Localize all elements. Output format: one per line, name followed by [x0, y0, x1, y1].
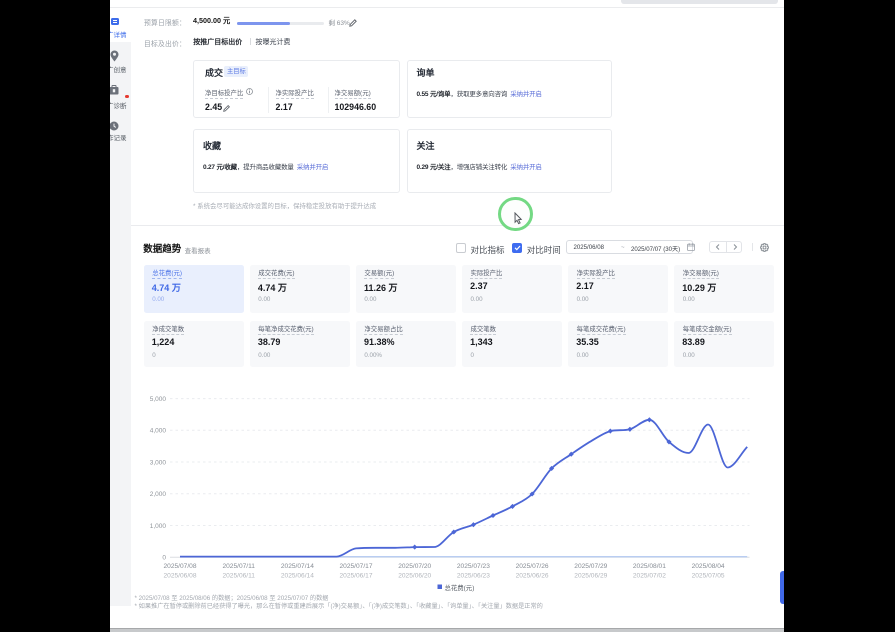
svg-text:2025/07/05: 2025/07/05	[692, 573, 725, 580]
svg-text:2025/06/23: 2025/06/23	[457, 573, 490, 580]
svg-text:2025/07/17: 2025/07/17	[339, 563, 372, 570]
svg-text:2025/06/26: 2025/06/26	[516, 573, 549, 580]
svg-text:总花费(元): 总花费(元)	[445, 583, 475, 592]
svg-text:1,000: 1,000	[150, 523, 167, 530]
svg-text:2025/06/08: 2025/06/08	[163, 573, 196, 580]
svg-text:2025/07/20: 2025/07/20	[398, 563, 431, 570]
svg-text:3,000: 3,000	[150, 459, 167, 466]
svg-text:2025/06/17: 2025/06/17	[339, 573, 372, 580]
svg-text:2025/06/29: 2025/06/29	[574, 573, 607, 580]
svg-text:2025/07/23: 2025/07/23	[457, 563, 490, 570]
svg-text:2025/06/11: 2025/06/11	[222, 573, 255, 580]
svg-text:2025/08/04: 2025/08/04	[692, 563, 725, 570]
svg-text:2025/06/14: 2025/06/14	[281, 573, 314, 580]
svg-text:2025/07/29: 2025/07/29	[574, 563, 607, 570]
svg-text:2,000: 2,000	[150, 491, 167, 498]
svg-text:2025/07/14: 2025/07/14	[281, 563, 314, 570]
svg-text:2025/07/02: 2025/07/02	[633, 573, 666, 580]
svg-text:2025/06/20: 2025/06/20	[398, 573, 431, 580]
svg-text:2025/07/26: 2025/07/26	[516, 563, 549, 570]
svg-text:2025/08/01: 2025/08/01	[633, 563, 666, 570]
svg-text:2025/07/11: 2025/07/11	[222, 563, 255, 570]
svg-text:0: 0	[162, 555, 166, 562]
svg-text:4,000: 4,000	[150, 428, 167, 435]
svg-text:5,000: 5,000	[150, 396, 167, 403]
svg-text:2025/07/08: 2025/07/08	[163, 563, 196, 570]
